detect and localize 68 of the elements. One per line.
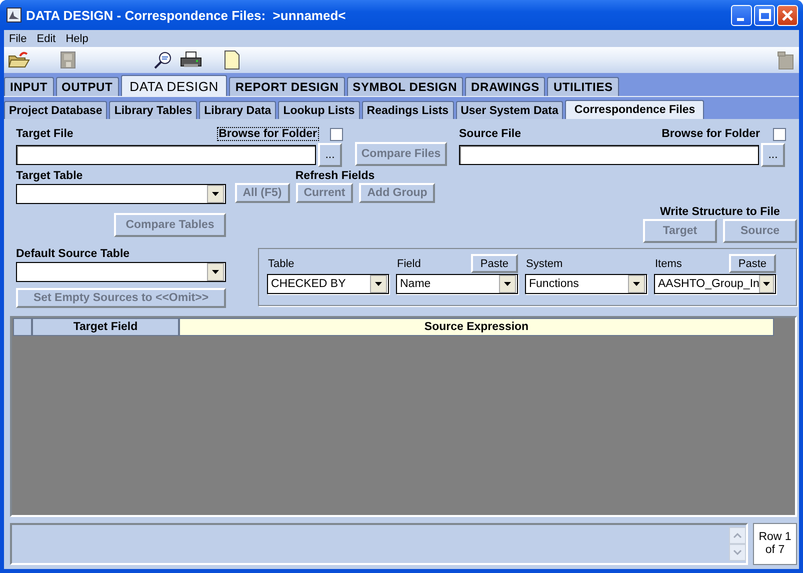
field-label: Default Source Table (16, 248, 131, 260)
maximize-icon (758, 9, 770, 21)
close-button[interactable] (777, 4, 798, 26)
caret-icon (375, 282, 382, 286)
table-dropdown[interactable] (16, 184, 226, 204)
save-icon[interactable] (60, 51, 76, 69)
sub-tab[interactable]: Readings Lists (362, 101, 454, 119)
file-path-field[interactable] (16, 145, 316, 165)
menu-item[interactable]: File (4, 32, 32, 44)
sub-tab[interactable]: Library Data (199, 101, 276, 119)
main-tab[interactable]: OUTPUT (56, 77, 119, 96)
checkbox[interactable] (773, 128, 786, 140)
picker-label: Table (267, 258, 294, 270)
chevron-down-icon (733, 550, 742, 555)
menu-item[interactable]: Help (60, 32, 94, 44)
sub-tab[interactable]: User System Data (456, 101, 564, 119)
checkbox[interactable] (330, 128, 343, 140)
section-label: Refresh Fields (295, 170, 375, 182)
app-icon (6, 7, 22, 23)
caret-icon (504, 282, 511, 286)
sub-tab[interactable]: Lookup Lists (278, 101, 360, 119)
main-tab[interactable]: DRAWINGS (465, 77, 546, 96)
picker-dropdown[interactable]: Functions (525, 274, 647, 294)
section-label: Write Structure to File (660, 206, 780, 218)
printer-icon[interactable] (180, 51, 202, 69)
picker-label: System (525, 258, 563, 270)
main-tab[interactable]: SYMBOL DESIGN (346, 77, 464, 96)
column-header[interactable]: Target Field (32, 318, 179, 336)
field-label: Target Table (16, 170, 84, 182)
checkbox-label[interactable]: Browse for Folder (660, 127, 762, 141)
picker-label: Field (396, 258, 421, 270)
picker-label: Items (654, 258, 682, 270)
menu-item[interactable]: Edit (32, 32, 61, 44)
sub-tab[interactable]: Correspondence Files (565, 100, 704, 119)
caret-icon (212, 192, 219, 196)
main-tab[interactable]: UTILITIES (547, 77, 619, 96)
field-label: Target File (16, 128, 74, 140)
file-path-field[interactable] (459, 145, 759, 165)
field-label: Source File (459, 128, 521, 140)
caret-icon (633, 282, 640, 286)
picker-dropdown[interactable]: AASHTO_Group_In (654, 274, 776, 294)
sub-tab[interactable]: Library Tables (109, 101, 198, 119)
caret-icon (763, 282, 770, 286)
main-tab[interactable]: REPORT DESIGN (229, 77, 345, 96)
maximize-button[interactable] (754, 4, 775, 26)
table-dropdown[interactable] (16, 262, 226, 282)
main-tab[interactable]: DATA DESIGN (120, 75, 228, 96)
checkbox-label[interactable]: Browse for Folder (216, 127, 319, 141)
clipboard-icon[interactable] (777, 50, 795, 70)
main-tab[interactable]: INPUT (4, 77, 54, 96)
caret-icon (212, 270, 219, 274)
picker-dropdown[interactable]: CHECKED BY (267, 274, 389, 294)
minimize-button[interactable] (731, 4, 752, 26)
paste-button[interactable]: Paste (729, 254, 776, 273)
new-document-icon[interactable] (224, 50, 240, 70)
window-title: DATA DESIGN - Correspondence Files: >unnamed< (26, 8, 346, 22)
browse-button[interactable]: ... (318, 143, 342, 167)
minimize-icon (737, 18, 744, 20)
browse-button[interactable]: ... (761, 143, 785, 167)
open-folder-icon[interactable] (8, 51, 30, 69)
column-header[interactable]: Source Expression (179, 318, 774, 336)
chevron-up-icon (733, 533, 742, 538)
row-indicator: Row 1 of 7 (753, 523, 797, 565)
close-icon (782, 10, 793, 20)
sub-tab[interactable]: Project Database (4, 101, 108, 119)
picker-dropdown[interactable]: Name (396, 274, 518, 294)
search-icon[interactable] (154, 51, 172, 69)
paste-button[interactable]: Paste (471, 254, 518, 273)
